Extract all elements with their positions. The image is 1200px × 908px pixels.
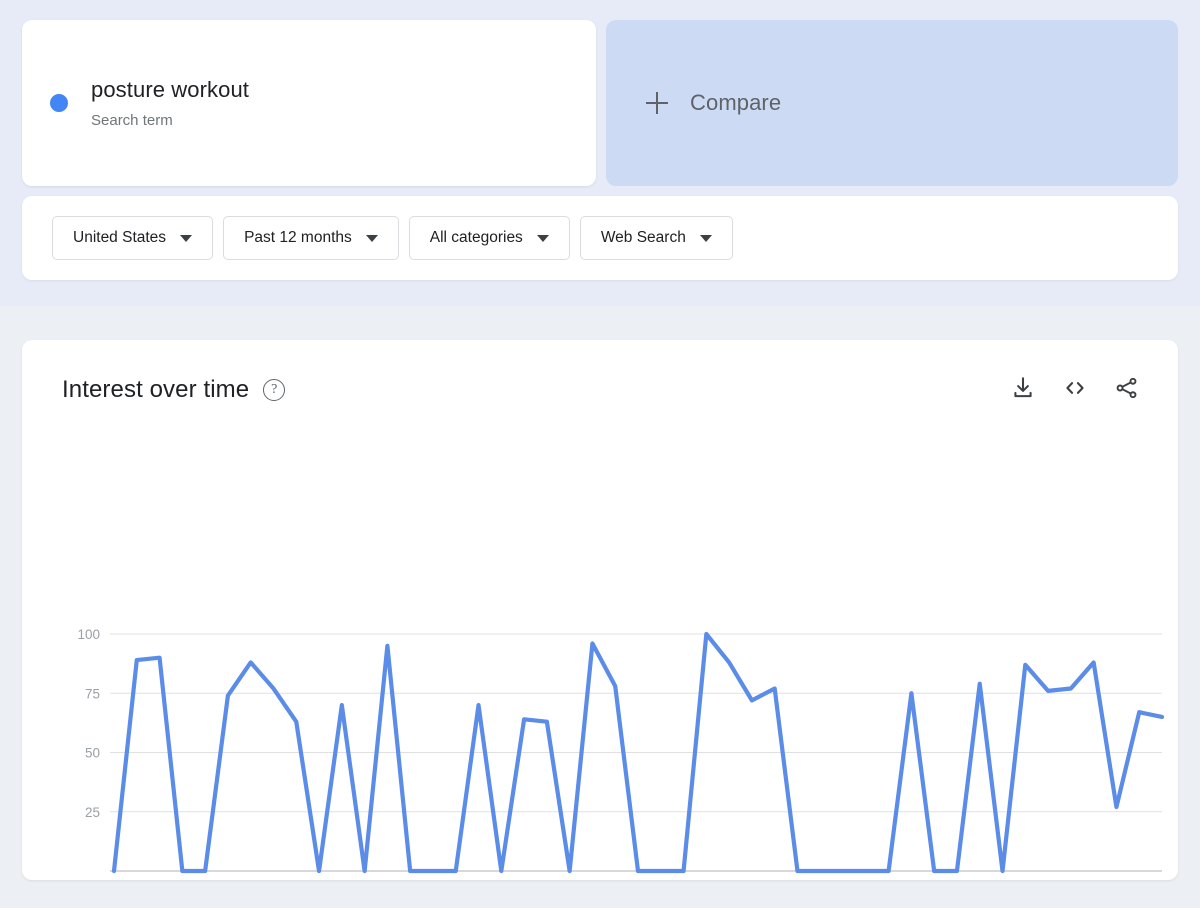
chart-title-wrap: Interest over time ?	[62, 376, 285, 404]
filter-category-label: All categories	[430, 229, 523, 247]
search-term-card[interactable]: posture workout Search term	[22, 20, 596, 186]
interest-over-time-plot: 255075100Jun 25, 2023Nov 19, 2023Apr 14,…	[22, 440, 1178, 880]
filter-location-label: United States	[73, 229, 166, 247]
compare-label: Compare	[690, 90, 781, 116]
share-icon[interactable]	[1114, 375, 1140, 406]
chevron-down-icon	[537, 235, 549, 242]
filter-search-type-label: Web Search	[601, 229, 686, 247]
filter-time-range[interactable]: Past 12 months	[223, 216, 399, 260]
y-axis-tick-label: 75	[85, 686, 100, 701]
interest-over-time-card: Interest over time ?	[22, 340, 1178, 880]
chevron-down-icon	[700, 235, 712, 242]
filter-bar: United States Past 12 months All categor…	[22, 196, 1178, 280]
y-axis-tick-label: 50	[85, 746, 100, 761]
filter-category[interactable]: All categories	[409, 216, 570, 260]
chevron-down-icon	[180, 235, 192, 242]
search-term-title: posture workout	[91, 77, 249, 103]
chart-header: Interest over time ?	[22, 340, 1178, 440]
chart-title: Interest over time	[62, 376, 249, 404]
y-axis-tick-label: 100	[77, 627, 100, 642]
plus-icon	[646, 92, 668, 114]
chart-svg: 255075100Jun 25, 2023Nov 19, 2023Apr 14,…	[22, 440, 1178, 880]
filter-location[interactable]: United States	[52, 216, 213, 260]
search-term-row: posture workout Search term Compare	[22, 20, 1178, 186]
chart-actions	[1010, 375, 1140, 406]
series-color-dot	[50, 94, 68, 112]
download-icon[interactable]	[1010, 375, 1036, 406]
y-axis-tick-label: 25	[85, 805, 100, 820]
embed-code-icon[interactable]	[1062, 375, 1088, 406]
filter-time-range-label: Past 12 months	[244, 229, 352, 247]
compare-button[interactable]: Compare	[606, 20, 1178, 186]
question-mark-icon[interactable]: ?	[263, 379, 285, 401]
chevron-down-icon	[366, 235, 378, 242]
filter-search-type[interactable]: Web Search	[580, 216, 733, 260]
search-term-subtitle: Search term	[91, 112, 249, 129]
google-trends-page: posture workout Search term Compare Unit…	[0, 0, 1200, 908]
